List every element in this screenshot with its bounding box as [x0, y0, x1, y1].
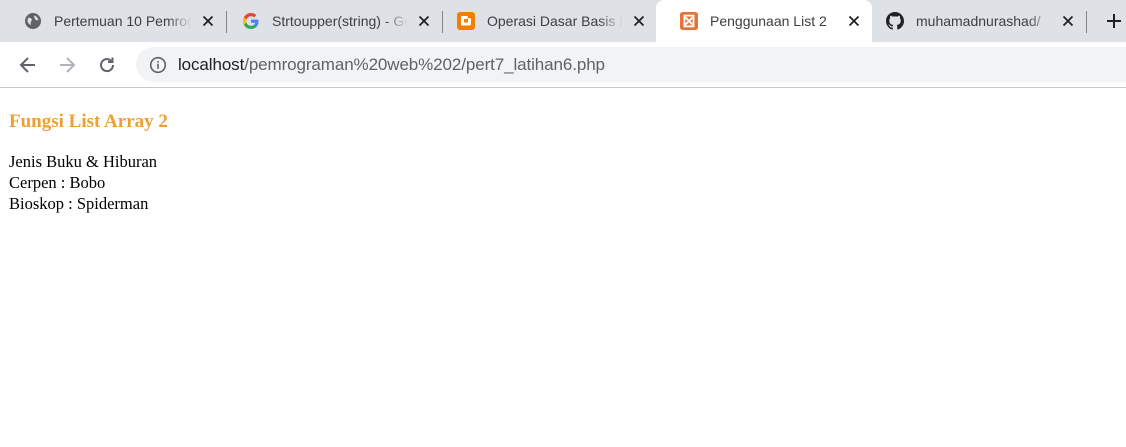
close-icon[interactable] [198, 11, 218, 31]
info-icon[interactable] [149, 56, 167, 74]
content-line: Bioskop : Spiderman [9, 194, 149, 213]
globe-icon [24, 12, 42, 30]
arrow-left-icon [19, 57, 35, 73]
tab-strip: Pertemuan 10 Pemrograman Web Strtoupper(… [0, 0, 1126, 42]
reload-button[interactable] [92, 50, 122, 80]
tab-operasi-dasar[interactable]: Operasi Dasar Basis Data [433, 0, 657, 42]
tab-github[interactable]: muhamadnurashad/ [862, 0, 1086, 42]
xampp-icon [680, 12, 698, 30]
google-g-icon [242, 12, 260, 30]
tab-title: Pertemuan 10 Pemrograman Web [54, 13, 192, 29]
address-bar[interactable]: localhost/pemrograman%20web%202/pert7_la… [136, 47, 1126, 82]
content-lines: Jenis Buku & Hiburan Cerpen : Bobo Biosk… [9, 151, 168, 214]
github-icon [886, 12, 904, 30]
reload-icon [100, 57, 115, 73]
content-line: Cerpen : Bobo [9, 173, 106, 192]
url-path: /pemrograman%20web%202/pert7_latihan6.ph… [244, 54, 605, 74]
tab-penggunaan-list-2[interactable]: Penggunaan List 2 [656, 0, 872, 42]
url-text: localhost/pemrograman%20web%202/pert7_la… [178, 55, 605, 75]
tab-title: Penggunaan List 2 [710, 13, 827, 29]
browser-toolbar: localhost/pemrograman%20web%202/pert7_la… [0, 42, 1126, 88]
close-icon[interactable] [629, 11, 649, 31]
tab-strtoupper[interactable]: Strtoupper(string) - Google [218, 0, 442, 42]
tab-title: Strtoupper(string) - Google [272, 13, 408, 29]
tab-pertemuan-10[interactable]: Pertemuan 10 Pemrograman Web [0, 0, 226, 42]
close-icon[interactable] [414, 11, 434, 31]
close-icon[interactable] [1058, 11, 1078, 31]
plus-icon [1107, 14, 1121, 28]
tab-title: Operasi Dasar Basis Data [487, 13, 623, 29]
forward-button[interactable] [52, 50, 82, 80]
page-heading: Fungsi List Array 2 [9, 111, 168, 132]
url-host: localhost [178, 54, 245, 74]
new-tab-button[interactable] [1100, 6, 1126, 36]
arrow-right-icon [60, 57, 76, 73]
page-content: Fungsi List Array 2 Jenis Buku & Hiburan… [9, 108, 168, 214]
tab-separator [1086, 11, 1087, 33]
tab-title: muhamadnurashad/ [916, 13, 1041, 29]
close-icon[interactable] [844, 11, 864, 31]
blogger-icon [457, 12, 475, 30]
content-line: Jenis Buku & Hiburan [9, 152, 158, 171]
back-button[interactable] [13, 50, 43, 80]
